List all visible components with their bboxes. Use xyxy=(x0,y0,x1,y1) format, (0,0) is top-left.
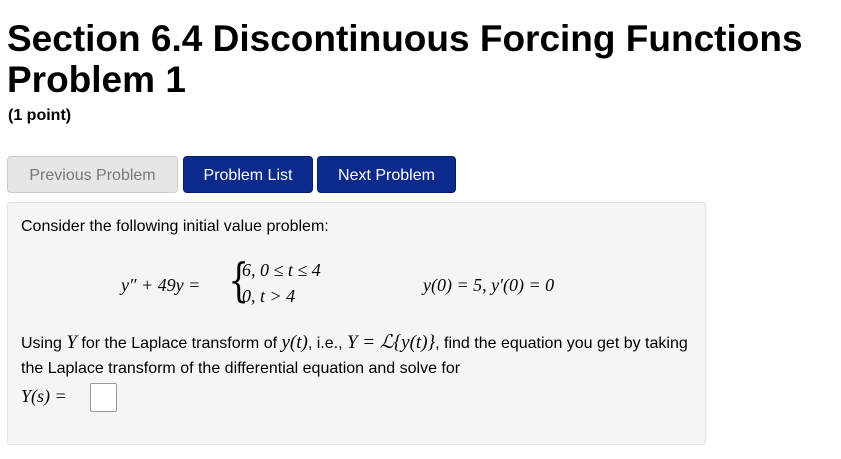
ode-equation: y″ + 49y = xyxy=(121,275,200,296)
piecewise-case-2: 0, t > 4 xyxy=(242,286,295,307)
instructions-part-3: , i.e., xyxy=(307,335,347,352)
initial-conditions: y(0) = 5, y′(0) = 0 xyxy=(423,275,554,296)
case-1-text: 6, 0 ≤ t ≤ 4 xyxy=(242,260,321,280)
laplace-symbol-Y: Y xyxy=(66,332,77,353)
case-2-text: 0, t > 4 xyxy=(242,286,296,306)
problem-statement: Consider the following initial value pro… xyxy=(7,202,706,445)
next-problem-button[interactable]: Next Problem xyxy=(317,156,456,193)
problem-intro: Consider the following initial value pro… xyxy=(21,218,329,235)
points-label: (1 point) xyxy=(8,107,72,124)
page-title: Section 6.4 Discontinuous Forcing Functi… xyxy=(7,18,803,100)
previous-problem-button[interactable]: Previous Problem xyxy=(7,156,178,193)
initial-conditions-text: y(0) = 5, y′(0) = 0 xyxy=(423,275,555,295)
definition-text: Y = ℒ{y(t)} xyxy=(346,332,436,353)
instructions-part-1: Using xyxy=(21,335,67,352)
answer-label-text: Y(s) = xyxy=(21,386,67,406)
problem-page: Section 6.4 Discontinuous Forcing Functi… xyxy=(0,0,841,459)
symbol-yt: y(t) xyxy=(281,332,308,353)
laplace-definition: Y = ℒ{y(t)} xyxy=(347,332,435,353)
section-title: Section 6.4 Discontinuous Forcing Functi… xyxy=(7,18,803,59)
answer-label: Y(s) = xyxy=(21,386,67,407)
answer-input[interactable] xyxy=(90,383,117,412)
problem-title: Problem 1 xyxy=(7,59,186,100)
problem-list-button[interactable]: Problem List xyxy=(183,156,313,193)
symbol-Y: Y xyxy=(66,332,77,353)
piecewise-case-1: 6, 0 ≤ t ≤ 4 xyxy=(242,260,321,281)
instructions-part-2: for the Laplace transform of xyxy=(76,335,282,352)
function-y-of-t: y(t) xyxy=(281,332,307,353)
ode-lhs: y″ + 49y = xyxy=(121,275,201,295)
problem-instructions: Using Y for the Laplace transform of y(t… xyxy=(21,330,691,381)
